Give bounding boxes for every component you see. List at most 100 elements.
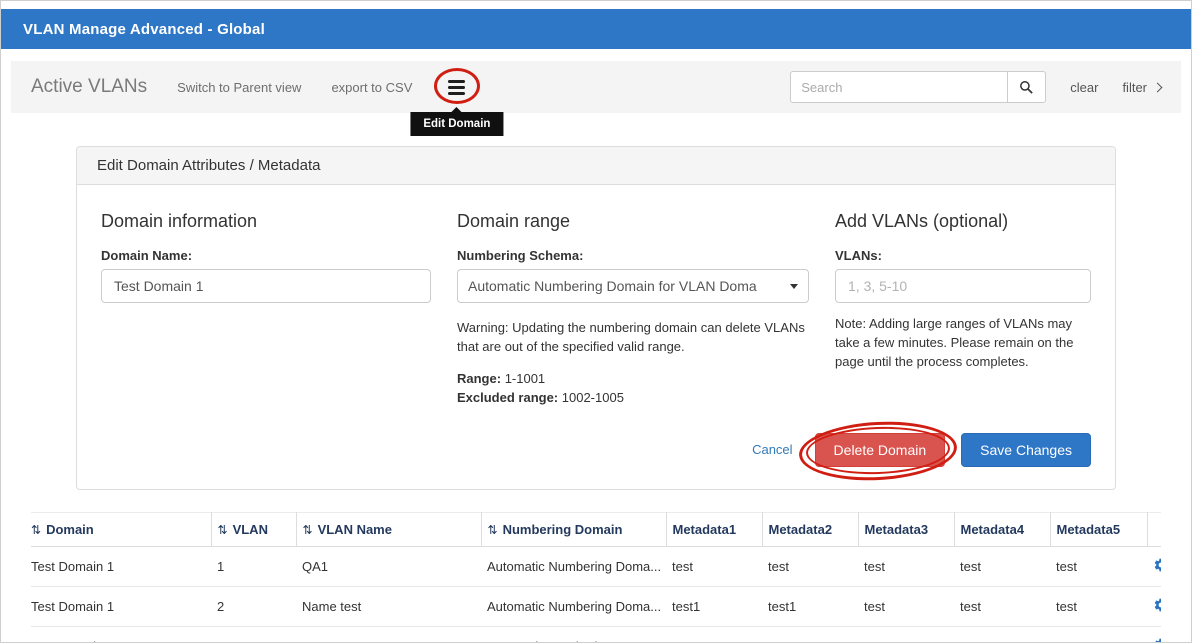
edit-domain-menu: Edit Domain: [442, 72, 471, 103]
search-button[interactable]: [1008, 71, 1046, 103]
search-group: [790, 71, 1046, 103]
cell-metadata2: -: [762, 626, 858, 643]
range-line: Range: 1-1001: [457, 371, 809, 386]
column-label: Metadata1: [673, 522, 737, 537]
cell-vlan-name: QA1: [296, 546, 481, 586]
cell-domain: Test Domain 1: [31, 586, 211, 626]
cell-domain: Test Domain 1: [31, 546, 211, 586]
column-label: Metadata5: [1057, 522, 1121, 537]
sort-icon: ⇅: [303, 523, 313, 537]
column-label: Metadata2: [769, 522, 833, 537]
vlans-note-text: Note: Adding large ranges of VLANs may t…: [835, 315, 1091, 372]
column-label: Domain: [46, 522, 94, 537]
clear-link[interactable]: clear: [1070, 80, 1098, 95]
app-header: VLAN Manage Advanced - Global: [1, 9, 1191, 49]
vlans-input[interactable]: [835, 269, 1091, 303]
panel-actions: Cancel Delete Domain Save Changes: [101, 433, 1091, 467]
column-header-metadata3: Metadata3: [858, 512, 954, 546]
cell-metadata3: test: [858, 626, 954, 643]
excluded-range-value: 1002-1005: [562, 390, 624, 405]
row-settings-button[interactable]: [1153, 557, 1161, 573]
export-csv-link[interactable]: export to CSV: [331, 80, 412, 95]
table-row: Test Domain 13Test42Automatic Numbering …: [31, 626, 1161, 643]
excluded-range-label: Excluded range:: [457, 390, 558, 405]
hamburger-icon: [448, 80, 465, 95]
edit-domain-panel: Edit Domain Attributes / Metadata Domain…: [76, 146, 1116, 490]
excluded-range-line: Excluded range: 1002-1005: [457, 390, 809, 405]
numbering-schema-value: Automatic Numbering Domain for VLAN Doma: [468, 278, 786, 294]
cancel-link[interactable]: Cancel: [752, 442, 792, 457]
panel-body: Domain information Domain Name: Domain r…: [77, 185, 1115, 489]
cell-numbering-domain: Automatic Numbering Doma...: [481, 586, 666, 626]
page: VLAN Manage Advanced - Global Active VLA…: [0, 0, 1192, 643]
column-header-metadata1: Metadata1: [666, 512, 762, 546]
numbering-schema-label: Numbering Schema:: [457, 248, 809, 263]
page-title: VLAN Manage Advanced - Global: [23, 21, 265, 38]
cell-actions: [1147, 586, 1161, 626]
cell-metadata4: -: [954, 626, 1050, 643]
domain-name-label: Domain Name:: [101, 248, 431, 263]
cell-vlan: 1: [211, 546, 296, 586]
panel-title: Edit Domain Attributes / Metadata: [97, 157, 320, 174]
cell-vlan-name: Test42: [296, 626, 481, 643]
filter-label: filter: [1122, 80, 1147, 95]
column-header-metadata5: Metadata5: [1050, 512, 1147, 546]
range-warning-text: Warning: Updating the numbering domain c…: [457, 319, 809, 357]
cell-domain: Test Domain 1: [31, 626, 211, 643]
domain-name-input[interactable]: [101, 269, 431, 303]
switch-parent-view-link[interactable]: Switch to Parent view: [177, 80, 301, 95]
column-header-vlan[interactable]: ⇅ VLAN: [211, 512, 296, 546]
toolbar: Active VLANs Switch to Parent view expor…: [11, 61, 1181, 113]
column-label: Numbering Domain: [503, 522, 623, 537]
cell-metadata2: test1: [762, 586, 858, 626]
search-icon: [1019, 80, 1034, 95]
column-label: VLAN: [233, 522, 268, 537]
cell-metadata5: test: [1050, 546, 1147, 586]
sort-icon: ⇅: [31, 523, 41, 537]
column-header-domain[interactable]: ⇅ Domain: [31, 512, 211, 546]
edit-domain-tooltip: Edit Domain: [410, 112, 503, 136]
domain-range-section: Domain range Numbering Schema: Automatic…: [457, 201, 809, 409]
cell-metadata3: test: [858, 546, 954, 586]
cell-metadata4: test: [954, 546, 1050, 586]
cell-numbering-domain: Automatic Numbering Doma...: [481, 546, 666, 586]
row-settings-button[interactable]: [1153, 637, 1161, 643]
cell-vlan: 2: [211, 586, 296, 626]
column-header-numbering-domain[interactable]: ⇅ Numbering Domain: [481, 512, 666, 546]
sort-icon: ⇅: [218, 523, 228, 537]
tooltip-label: Edit Domain: [423, 118, 490, 130]
cell-metadata1: test: [666, 546, 762, 586]
cell-metadata5: test: [1050, 586, 1147, 626]
cell-metadata1: test1: [666, 586, 762, 626]
cell-metadata5: -: [1050, 626, 1147, 643]
save-changes-button[interactable]: Save Changes: [961, 433, 1091, 467]
column-header-metadata2: Metadata2: [762, 512, 858, 546]
add-vlans-heading: Add VLANs (optional): [835, 211, 1091, 232]
domain-range-heading: Domain range: [457, 211, 809, 232]
edit-domain-menu-button[interactable]: [442, 72, 471, 103]
vlan-table: ⇅Domain⇅VLAN⇅VLAN Name⇅Numbering DomainM…: [31, 512, 1161, 643]
gear-icon: [1153, 601, 1161, 616]
delete-domain-wrap: Delete Domain: [815, 433, 946, 467]
table-row: Test Domain 11QA1Automatic Numbering Dom…: [31, 546, 1161, 586]
column-header-metadata4: Metadata4: [954, 512, 1050, 546]
cell-metadata2: test: [762, 546, 858, 586]
delete-domain-button[interactable]: Delete Domain: [815, 433, 946, 467]
chevron-right-icon: [1153, 82, 1163, 92]
cell-numbering-domain: Automatic Numbering Doma...: [481, 626, 666, 643]
column-label: Metadata4: [961, 522, 1025, 537]
range-label: Range:: [457, 371, 501, 386]
cell-vlan-name: Name test: [296, 586, 481, 626]
sort-icon: ⇅: [488, 523, 498, 537]
column-header-vlan-name[interactable]: ⇅VLAN Name: [296, 512, 481, 546]
row-settings-button[interactable]: [1153, 597, 1161, 613]
caret-down-icon: [790, 284, 798, 289]
numbering-schema-select[interactable]: Automatic Numbering Domain for VLAN Doma: [457, 269, 809, 303]
vlans-label: VLANs:: [835, 248, 1091, 263]
search-input[interactable]: [790, 71, 1008, 103]
table-header-row: ⇅Domain⇅VLAN⇅VLAN Name⇅Numbering DomainM…: [31, 512, 1161, 546]
range-value: 1-1001: [505, 371, 545, 386]
column-header-actions: [1147, 512, 1161, 546]
add-vlans-section: Add VLANs (optional) VLANs: Note: Adding…: [835, 201, 1091, 409]
filter-link[interactable]: filter: [1122, 80, 1161, 95]
